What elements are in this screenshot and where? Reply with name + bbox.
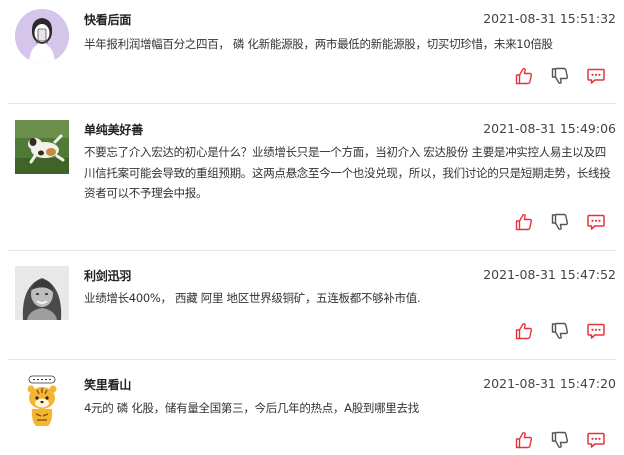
- cartoon-tiger-avatar-icon: [15, 374, 69, 428]
- comment-bubble-icon: [587, 68, 605, 84]
- comment-text: 不要忘了介入宏达的初心是什么？业绩增长只是一个方面，当初介入 宏达股份 主要是冲…: [84, 145, 611, 200]
- dislike-button[interactable]: [550, 66, 570, 86]
- divider: [8, 359, 616, 360]
- username[interactable]: 笑里看山: [84, 376, 131, 393]
- like-button[interactable]: [514, 321, 534, 341]
- thumbs-up-icon: [515, 68, 533, 85]
- dislike-button[interactable]: [550, 321, 570, 341]
- thumbs-down-icon: [551, 322, 569, 339]
- username[interactable]: 单纯美好善: [84, 121, 143, 138]
- thumbs-up-icon: [515, 214, 533, 231]
- dislike-button[interactable]: [550, 430, 570, 450]
- timestamp: 2021-08-31 15:47:20: [483, 376, 616, 391]
- timestamp: 2021-08-31 15:47:52: [483, 267, 616, 282]
- divider: [8, 103, 616, 104]
- reply-button[interactable]: [586, 212, 606, 232]
- user-avatar[interactable]: [15, 120, 69, 174]
- comment-actions: [514, 321, 614, 341]
- like-button[interactable]: [514, 212, 534, 232]
- user-avatar[interactable]: [15, 266, 69, 320]
- timestamp: 2021-08-31 15:51:32: [483, 11, 616, 26]
- thumbs-up-icon: [515, 432, 533, 449]
- like-button[interactable]: [514, 66, 534, 86]
- illustration-avatar-icon: [15, 9, 69, 63]
- divider: [8, 250, 616, 251]
- like-button[interactable]: [514, 430, 534, 450]
- comment-text: 业绩增长400%， 西藏 阿里 地区世界级铜矿，五连板都不够补市值.: [84, 291, 421, 305]
- dog-photo-avatar-icon: [15, 120, 69, 174]
- thumbs-down-icon: [551, 213, 569, 230]
- timestamp: 2021-08-31 15:49:06: [483, 121, 616, 136]
- reply-button[interactable]: [586, 430, 606, 450]
- reply-button[interactable]: [586, 66, 606, 86]
- username[interactable]: 利剑迅羽: [84, 267, 131, 284]
- dislike-button[interactable]: [550, 212, 570, 232]
- portrait-photo-avatar-icon: [15, 266, 69, 320]
- thumbs-down-icon: [551, 431, 569, 448]
- comment-bubble-icon: [587, 432, 605, 448]
- user-avatar[interactable]: [15, 374, 69, 428]
- thumbs-down-icon: [551, 67, 569, 84]
- comment-text: 4元的 磷 化股，储有量全国第三，今后几年的热点，A股到哪里去找: [84, 401, 419, 415]
- thumbs-up-icon: [515, 323, 533, 340]
- comment-actions: [514, 430, 614, 450]
- reply-button[interactable]: [586, 321, 606, 341]
- comment-text: 半年报利润增幅百分之四百， 磷 化新能源股，两市最低的新能源股，切买切珍惜，未来…: [84, 37, 553, 51]
- user-avatar[interactable]: [15, 9, 69, 63]
- comment-actions: [514, 66, 614, 86]
- username[interactable]: 快看后面: [84, 11, 131, 28]
- comment-actions: [514, 212, 614, 232]
- comment-bubble-icon: [587, 214, 605, 230]
- comment-bubble-icon: [587, 323, 605, 339]
